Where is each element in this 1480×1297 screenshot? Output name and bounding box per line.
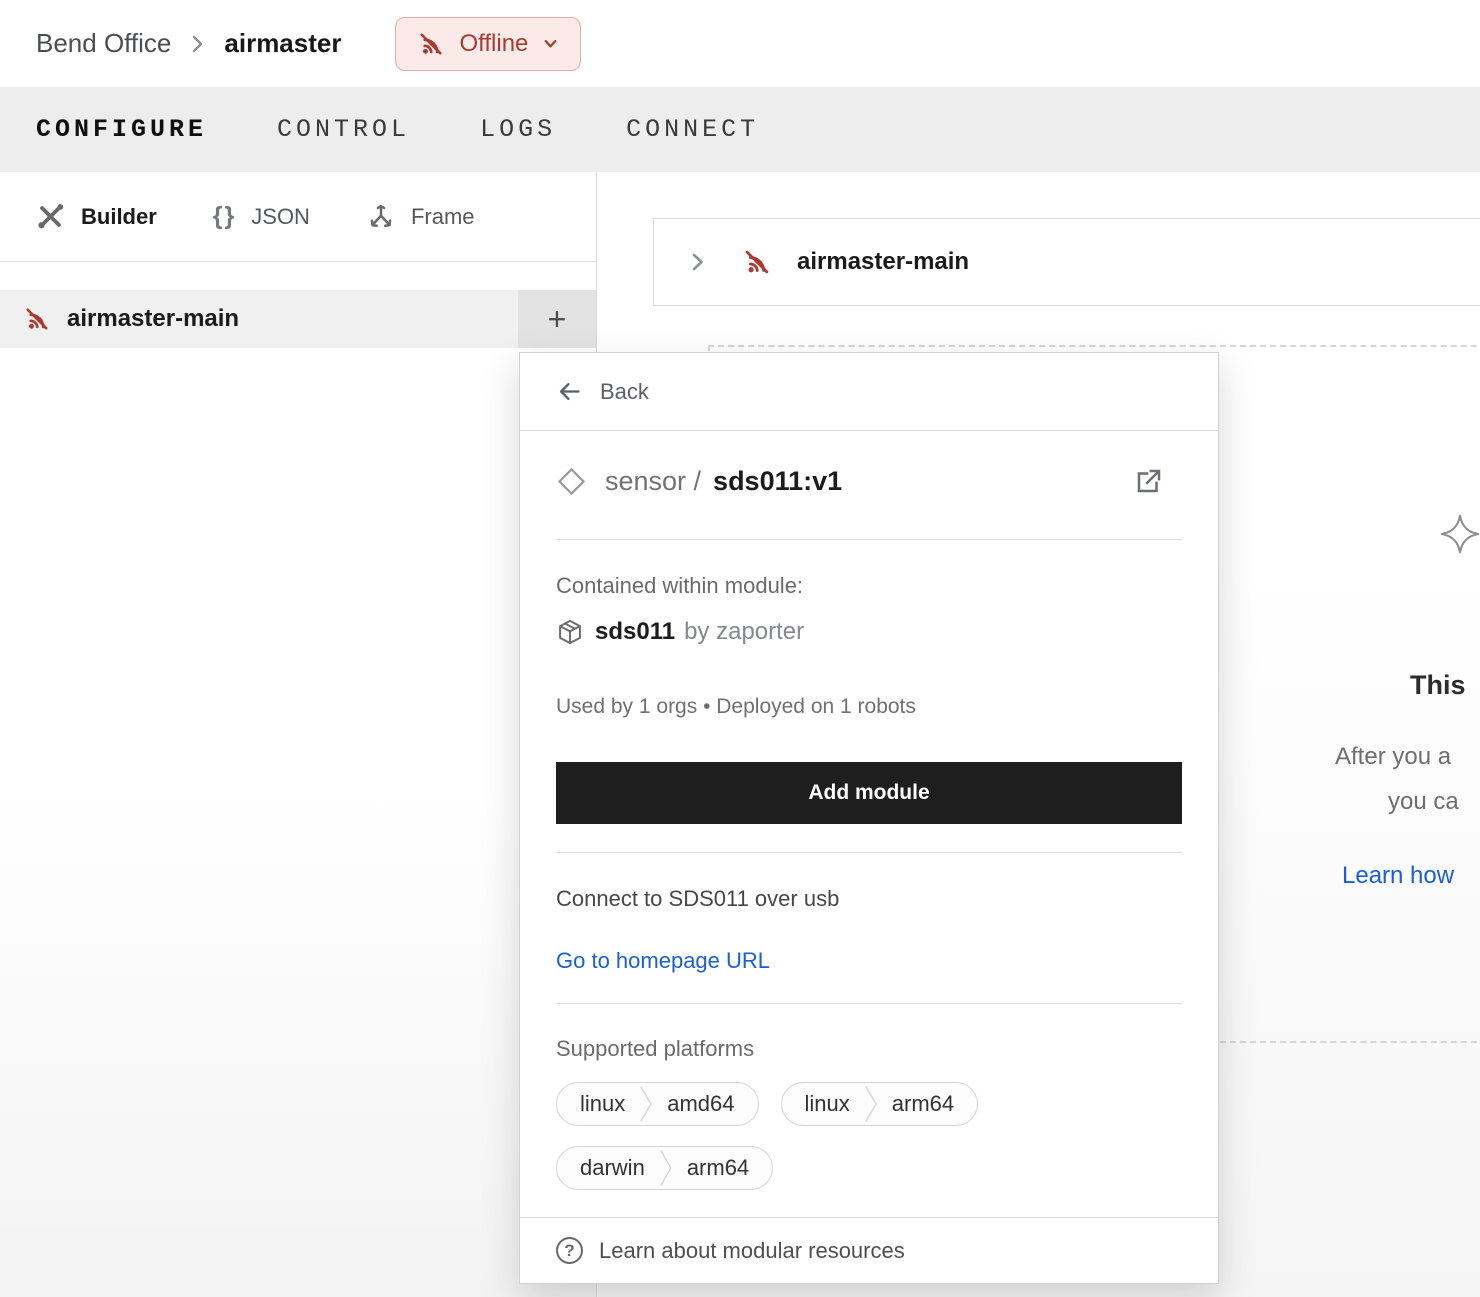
status-badge-label: Offline <box>459 30 528 58</box>
contained-label: Contained within module: <box>556 572 1182 600</box>
machine-card-title: airmaster-main <box>797 248 969 276</box>
chip-separator-icon <box>659 1146 673 1190</box>
sidebar-machine-row[interactable]: airmaster-main + <box>0 290 596 348</box>
breadcrumb-separator-icon <box>189 31 206 57</box>
view-tab-frame-label: Frame <box>411 204 475 230</box>
question-circle-icon: ? <box>556 1237 583 1264</box>
wifi-off-icon <box>741 246 773 278</box>
divider <box>556 539 1182 540</box>
resource-type: sensor / <box>605 466 701 497</box>
view-tab-frame[interactable]: Frame <box>366 202 475 232</box>
resource-name: sds011:v1 <box>713 466 842 497</box>
frame-axes-icon <box>366 202 396 232</box>
plus-icon: + <box>548 301 567 338</box>
platform-chip: linux amd64 <box>556 1082 759 1126</box>
platform-arch: arm64 <box>673 1155 772 1181</box>
module-row: sds011 by zaporter <box>556 614 1182 650</box>
tab-connect[interactable]: CONNECT <box>626 115 759 144</box>
machine-card-header[interactable]: airmaster-main <box>653 218 1480 306</box>
view-tab-builder-label: Builder <box>81 204 157 230</box>
chip-separator-icon <box>864 1082 878 1126</box>
homepage-url-link[interactable]: Go to homepage URL <box>556 947 770 975</box>
sidebar-machine-label: airmaster-main <box>67 305 239 333</box>
divider <box>556 852 1182 853</box>
back-arrow-icon <box>556 378 583 405</box>
tab-logs[interactable]: LOGS <box>480 115 556 144</box>
back-button-label: Back <box>600 379 649 405</box>
external-link-button[interactable] <box>1134 466 1164 496</box>
platform-chips: linux amd64 linux arm64 darwin <box>556 1082 1076 1190</box>
tab-configure[interactable]: CONFIGURE <box>36 115 207 144</box>
tools-icon <box>35 201 66 232</box>
diamond-icon <box>556 466 587 497</box>
app-header: Bend Office airmaster Offline <box>0 0 1480 87</box>
platform-os: linux <box>782 1091 864 1117</box>
machine-status-badge[interactable]: Offline <box>395 17 581 71</box>
left-panel: Builder {} JSON <box>0 172 597 1297</box>
view-switcher: Builder {} JSON <box>0 172 596 262</box>
usage-stats: Used by 1 orgs • Deployed on 1 robots <box>556 694 1182 720</box>
curly-braces-icon: {} <box>213 202 236 231</box>
add-component-button[interactable]: + <box>518 290 596 348</box>
module-detail-popover: Back sensor / sds011:v1 <box>519 352 1219 1284</box>
module-description: Connect to SDS011 over usb <box>556 885 1182 913</box>
wifi-off-icon <box>416 29 446 59</box>
view-tab-json-label: JSON <box>251 204 310 230</box>
external-link-icon <box>1134 466 1164 496</box>
resource-title-row: sensor / sds011:v1 <box>556 459 1182 503</box>
module-name: sds011 <box>595 618 675 646</box>
tab-control[interactable]: CONTROL <box>277 115 410 144</box>
platform-chip: darwin arm64 <box>556 1146 773 1190</box>
platform-arch: arm64 <box>878 1091 977 1117</box>
platform-chip: linux arm64 <box>781 1082 979 1126</box>
breadcrumb-machine: airmaster <box>224 28 341 59</box>
back-button[interactable]: Back <box>520 353 1218 431</box>
supported-platforms-label: Supported platforms <box>556 1036 1182 1062</box>
wifi-off-icon <box>22 304 52 334</box>
learn-how-link[interactable]: Learn how <box>1342 862 1454 890</box>
view-tab-json[interactable]: {} JSON <box>213 202 310 231</box>
view-tab-builder[interactable]: Builder <box>35 201 157 232</box>
breadcrumb: Bend Office airmaster <box>36 28 341 59</box>
add-module-button[interactable]: Add module <box>556 762 1182 824</box>
platform-os: darwin <box>557 1155 659 1181</box>
module-detail-body: sensor / sds011:v1 Contained within modu… <box>520 431 1218 1217</box>
chevron-down-icon <box>541 34 560 53</box>
platform-os: linux <box>557 1091 639 1117</box>
main-tab-bar: CONFIGURE CONTROL LOGS CONNECT <box>0 87 1480 172</box>
divider <box>556 1003 1182 1004</box>
chip-separator-icon <box>639 1082 653 1126</box>
module-author: by zaporter <box>684 618 804 646</box>
breadcrumb-org[interactable]: Bend Office <box>36 28 171 59</box>
chevron-right-icon <box>687 249 709 275</box>
footer-link-label: Learn about modular resources <box>599 1238 905 1264</box>
learn-modular-resources-link[interactable]: ? Learn about modular resources <box>520 1217 1218 1283</box>
package-icon <box>556 618 584 646</box>
app-root: Bend Office airmaster Offline CONFIGU <box>0 0 1480 1297</box>
platform-arch: amd64 <box>653 1091 757 1117</box>
